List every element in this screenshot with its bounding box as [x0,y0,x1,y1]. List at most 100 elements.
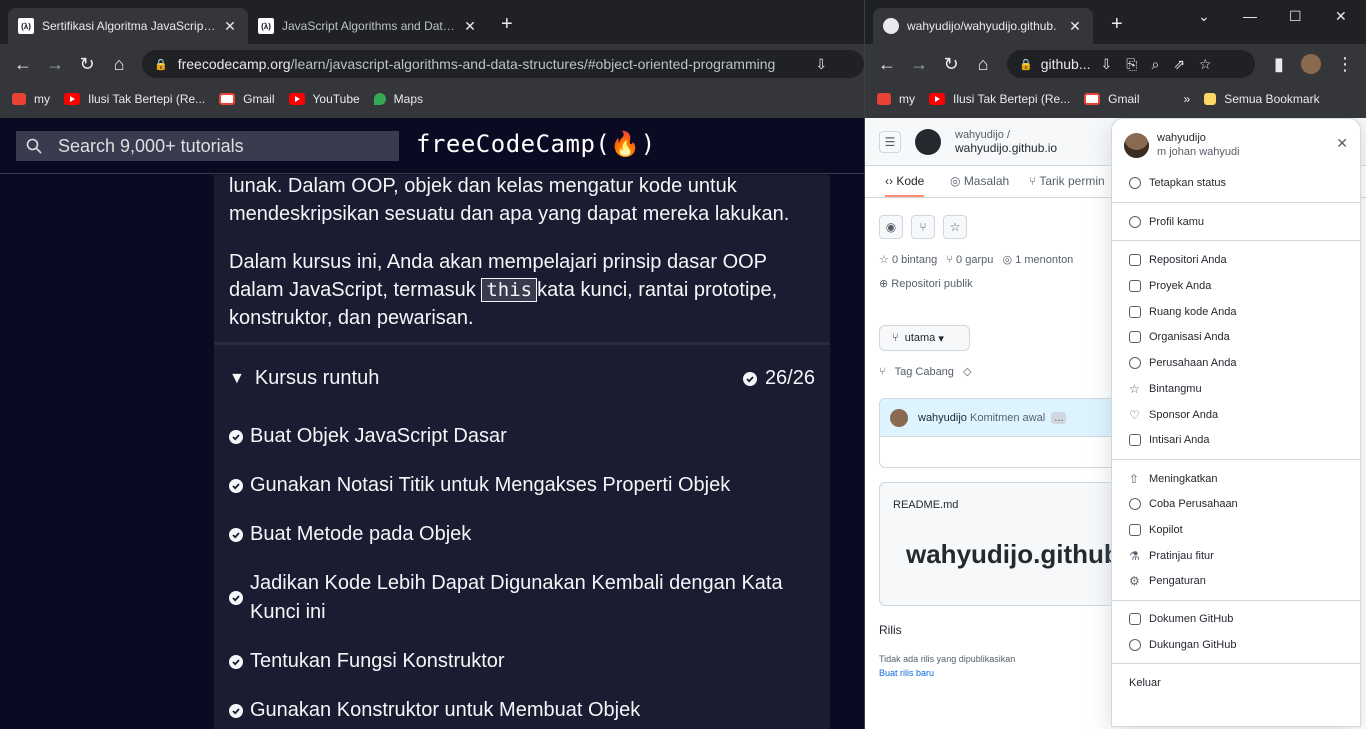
omnibox-action-icons[interactable]: ⇩⎘⌕⇗☆ [1101,56,1226,73]
back-icon[interactable]: ← [877,54,897,74]
menu-sign-out[interactable]: Keluar [1129,677,1161,689]
collapse-course-toggle[interactable]: ▼ Kursus runtuh 26/26 [229,367,815,390]
menu-profile[interactable]: Profil kamu [1129,216,1204,228]
lesson-link[interactable]: Tentukan Fungsi Konstruktor [229,647,809,676]
progress-counter: 26/26 [742,367,815,390]
close-tab-icon[interactable]: ✕ [1067,18,1083,35]
tab-search-icon[interactable]: ⌄ [1198,8,1210,25]
forks-count[interactable]: 0 garpu [956,254,993,266]
menu-projects[interactable]: Proyek Anda [1129,280,1211,292]
profile-avatar[interactable] [1301,54,1321,74]
close-window-button[interactable]: ✕ [1335,8,1347,25]
menu-kebab-icon[interactable]: ⋮ [1335,54,1355,74]
watch-eye-icon[interactable]: ◉ [879,215,903,239]
minimize-button[interactable]: — [1243,8,1257,24]
menu-stars[interactable]: ☆ Bintangmu [1129,383,1202,395]
bookmark-ilusi[interactable]: Ilusi Tak Bertepi (Re... [64,92,205,106]
commit-expand-button[interactable]: ... [1051,411,1067,424]
menu-copilot[interactable]: Kopilot [1129,524,1183,536]
repo-owner[interactable]: wahyudijo / [955,129,1010,141]
menu-try-enterprise[interactable]: Coba Perusahaan [1129,498,1238,510]
branch-selector[interactable]: ⑂ utama ▾ [879,325,970,351]
bookmark-ilusi[interactable]: Ilusi Tak Bertepi (Re... [929,92,1070,106]
menu-upgrade[interactable]: ⇧ Meningkatkan [1129,473,1218,485]
beaker-icon: ⚗ [1129,549,1140,563]
url-path: /learn/javascript-algorithms-and-data-st… [290,56,776,72]
menu-label: Profil kamu [1149,216,1205,228]
menu-github-support[interactable]: Dukungan GitHub [1129,639,1236,651]
menu-github-docs[interactable]: Dokumen GitHub [1129,613,1233,625]
bookmark-gmail[interactable]: Gmail [219,92,275,106]
view-code-link[interactable]: Liha [880,437,1138,457]
freecodecamp-favicon: (λ) [18,18,34,34]
lesson-link[interactable]: Jadikan Kode Lebih Dapat Digunakan Kemba… [229,569,789,627]
menu-organizations[interactable]: Organisasi Anda [1129,331,1230,343]
lesson-link[interactable]: Gunakan Notasi Titik untuk Mengakses Pro… [229,471,809,500]
menu-enterprises[interactable]: Perusahaan Anda [1129,357,1236,369]
menu-feature-preview[interactable]: ⚗ Pratinjau fitur [1129,550,1214,562]
tab-pull-requests[interactable]: ⑂ Tarik permin [1029,174,1105,188]
tab-issues[interactable]: ◎ Masalah [950,174,1009,188]
github-logo-icon[interactable] [915,129,941,155]
lesson-link[interactable]: Buat Metode pada Objek [229,520,809,549]
fcc-logo[interactable]: freeCodeCamp(🔥) [416,130,656,158]
address-bar[interactable]: 🔒 github... ⇩⎘⌕⇗☆ [1007,50,1255,78]
folder-icon [12,93,26,105]
tab-github-repo[interactable]: wahyudijo/wahyudijo.github. ✕ [873,8,1093,44]
new-tab-button[interactable]: + [1111,14,1123,34]
back-icon[interactable]: ← [13,54,33,74]
menu-set-status[interactable]: Tetapkan status [1129,177,1226,189]
tab-code[interactable]: ‹› Kode [885,174,925,197]
menu-repositories[interactable]: Repositori Anda [1129,254,1227,266]
fork-icon[interactable]: ⑂ [911,215,935,239]
bookmark-youtube[interactable]: YouTube [288,92,360,106]
create-release-link[interactable]: Buat rilis baru [879,668,934,678]
avatar[interactable] [890,408,908,427]
all-bookmarks[interactable]: Semua Bookmark [1204,92,1320,106]
home-icon[interactable]: ⌂ [109,54,129,74]
menu-settings[interactable]: ⚙ Pengaturan [1129,575,1206,587]
side-panel-icon[interactable]: ▮ [1269,54,1289,74]
lesson-link[interactable]: Gunakan Konstruktor untuk Membuat Objek [229,696,809,725]
close-tab-icon[interactable]: ✕ [222,18,238,35]
bookmark-gmail[interactable]: Gmail [1084,92,1140,106]
commit-message[interactable]: Komitmen awal [970,412,1045,424]
watching-count[interactable]: 1 menonton [1015,254,1073,266]
repo-name[interactable]: wahyudijo.github.io [955,142,1057,155]
star-icon[interactable]: ☆ [943,215,967,239]
menu-sponsors[interactable]: ♡ Sponsor Anda [1129,409,1218,421]
releases-title[interactable]: Rilis [879,623,902,637]
bookmark-my[interactable]: my [12,92,50,106]
readme-box: README.md wahyudijo.github. [879,482,1139,606]
readme-filename[interactable]: README.md [893,499,958,511]
close-icon[interactable]: ✕ [1336,135,1348,152]
bookmark-label: my [34,92,50,106]
reload-icon[interactable]: ↻ [77,54,97,74]
new-tab-button[interactable]: + [501,14,513,34]
reload-icon[interactable]: ↻ [941,54,961,74]
lesson-link[interactable]: Buat Objek JavaScript Dasar [229,422,809,451]
full-name: m johan wahyudi [1157,146,1240,158]
stars-count[interactable]: 0 bintang [892,254,937,266]
people-icon [1129,639,1141,651]
close-tab-icon[interactable]: ✕ [462,18,478,35]
commit-author[interactable]: wahyudijo [918,412,967,424]
more-bookmarks-icon[interactable]: » [1184,92,1191,106]
branches-tags[interactable]: ⑂ Tag Cabang ◇ [879,365,972,378]
forward-icon[interactable]: → [45,54,65,74]
bookmark-maps[interactable]: Maps [373,92,423,106]
install-icon[interactable]: ⇩ [815,56,827,73]
menu-codespaces[interactable]: Ruang kode Anda [1129,306,1236,318]
fcc-search-input[interactable]: Search 9,000+ tutorials [16,131,399,161]
browser-toolbar: ← → ↻ ⌂ 🔒 freecodecamp.org/learn/javascr… [0,44,864,84]
bookmark-my[interactable]: my [877,92,915,106]
github-favicon [883,18,899,34]
address-bar[interactable]: 🔒 freecodecamp.org/learn/javascript-algo… [142,50,864,78]
home-icon[interactable]: ⌂ [973,54,993,74]
forward-icon[interactable]: → [909,54,929,74]
tab-freecodecamp-js[interactable]: (λ) JavaScript Algorithms and Data S ✕ [248,8,488,44]
maximize-button[interactable]: ☐ [1289,8,1302,25]
menu-gists[interactable]: Intisari Anda [1129,434,1210,446]
hamburger-menu-icon[interactable]: ☰ [879,131,901,153]
tab-freecodecamp-cert[interactable]: (λ) Sertifikasi Algoritma JavaScript d ✕ [8,8,248,44]
